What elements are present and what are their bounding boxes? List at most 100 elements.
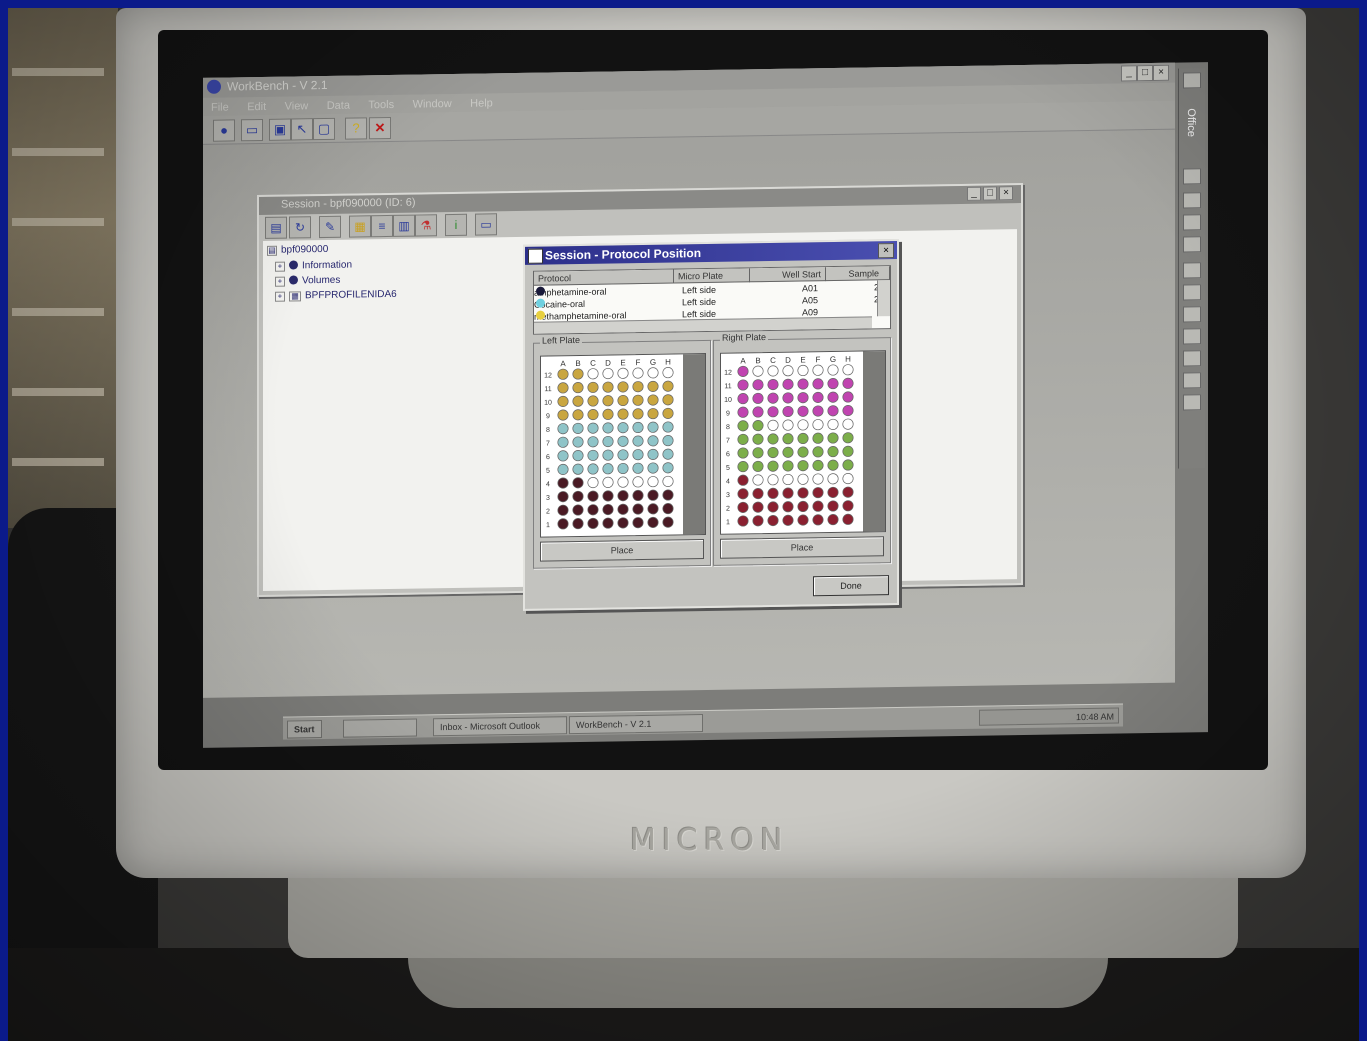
plate-well[interactable] [572,382,584,394]
plate-well[interactable] [587,517,599,529]
plate-well[interactable] [752,420,764,432]
plate-well[interactable] [827,391,839,403]
plate-well[interactable] [782,419,794,431]
right-plate-grid[interactable]: A B C D E F G H 12 11 10 9 8 7 6 5 4 3 2 1 [721,351,885,534]
plate-well[interactable] [557,477,569,489]
shortcut-icon[interactable] [1183,306,1201,323]
plate-well[interactable] [782,378,794,390]
plate-well[interactable] [602,503,614,516]
plate-well[interactable] [557,450,569,462]
plate-well[interactable] [752,488,764,500]
cursor-icon[interactable]: ↖ [291,118,313,141]
plate-well[interactable] [767,487,779,499]
plate-well[interactable] [842,486,854,498]
plate-well[interactable] [767,501,779,513]
plate-well[interactable] [617,435,629,447]
plate-well[interactable] [842,500,854,512]
plate-well[interactable] [812,378,824,390]
menu-view[interactable]: View [285,100,309,112]
plate-well[interactable] [752,379,764,391]
plate-well[interactable] [662,380,674,392]
plate-well[interactable] [557,463,569,475]
plate-well[interactable] [812,432,824,444]
plate-well[interactable] [767,406,779,418]
plate-well[interactable] [647,476,659,488]
wand-icon[interactable]: ✎ [319,215,341,239]
plate-well[interactable] [662,367,674,379]
left-plate[interactable]: A B C D E F G H 12 11 10 9 8 7 6 5 4 3 2 1 [540,352,706,538]
shortcut-icon[interactable] [1183,394,1201,411]
plate-well[interactable] [647,367,659,379]
plate-well[interactable] [602,381,614,393]
plate-well[interactable] [662,475,674,487]
close-button[interactable]: × [1153,64,1169,81]
shortcut-icon[interactable] [1183,328,1201,345]
plate-well[interactable] [737,474,749,486]
plate-well[interactable] [842,418,854,430]
plate-well[interactable] [782,514,794,526]
plate-well[interactable] [767,460,779,472]
plate-well[interactable] [752,392,764,404]
session-close-button[interactable]: × [999,186,1013,201]
plate-well[interactable] [797,460,809,472]
plate-well[interactable] [617,408,629,420]
dialog-close-button[interactable]: × [878,243,894,259]
plate-well[interactable] [752,365,764,377]
plate-well[interactable] [662,421,674,433]
plate-well[interactable] [662,448,674,460]
plate-well[interactable] [617,503,629,515]
plate-well[interactable] [737,393,749,405]
plate-well[interactable] [782,433,794,445]
plate-well[interactable] [752,515,764,527]
plate-well[interactable] [782,365,794,377]
tree-item-information[interactable]: + Information [275,260,352,272]
tree-item-profile[interactable]: + ▦ BPFPROFILENIDA6 [275,289,397,302]
plate-well[interactable] [617,449,629,461]
plate-well[interactable] [647,435,659,447]
tree-item-volumes[interactable]: + Volumes [275,275,340,287]
plate-well[interactable] [782,501,794,513]
plate-well[interactable] [587,422,599,434]
plate-well[interactable] [737,365,749,377]
menu-data[interactable]: Data [327,100,350,112]
plate-well[interactable] [632,462,644,474]
plate-well[interactable] [602,490,614,502]
plate-well[interactable] [587,381,599,393]
plate-well[interactable] [782,473,794,486]
right-plate[interactable]: A B C D E F G H 12 11 10 9 8 7 6 5 4 3 2 1 [720,350,886,535]
plate-well[interactable] [737,447,749,459]
plate-well[interactable] [602,463,614,475]
plate-well[interactable] [812,459,824,471]
plate-well[interactable] [617,517,629,529]
shortcut-icon[interactable] [1183,372,1201,389]
plate-well[interactable] [647,421,659,433]
minimize-button[interactable]: _ [1121,65,1137,82]
plate-well[interactable] [587,436,599,448]
plate-well[interactable] [572,436,584,448]
plate-well[interactable] [632,435,644,447]
plate-well[interactable] [632,367,644,379]
plate-well[interactable] [572,490,584,502]
col-protocol[interactable]: Protocol [534,269,674,286]
plate-well[interactable] [797,487,809,499]
plate-well[interactable] [752,460,764,472]
plate-well[interactable] [572,422,584,434]
plate-well[interactable] [812,405,824,417]
plate-well[interactable] [752,501,764,513]
maximize-button[interactable]: □ [1137,64,1153,82]
session-minimize-button[interactable]: _ [967,186,981,201]
plate-well[interactable] [587,449,599,461]
plate-well[interactable] [797,432,809,445]
plate-well[interactable] [737,379,749,391]
plate-well[interactable] [827,486,839,498]
right-plate-scroll[interactable] [863,351,885,532]
help-icon[interactable]: ? [345,117,367,140]
plate-well[interactable] [632,503,644,515]
plate-well[interactable] [572,409,584,421]
plate-well[interactable] [557,436,569,448]
plate-well[interactable] [572,368,584,380]
plate-well[interactable] [662,394,674,406]
menu-window[interactable]: Window [413,98,452,111]
plate-well[interactable] [797,473,809,485]
plate-well[interactable] [797,514,809,526]
